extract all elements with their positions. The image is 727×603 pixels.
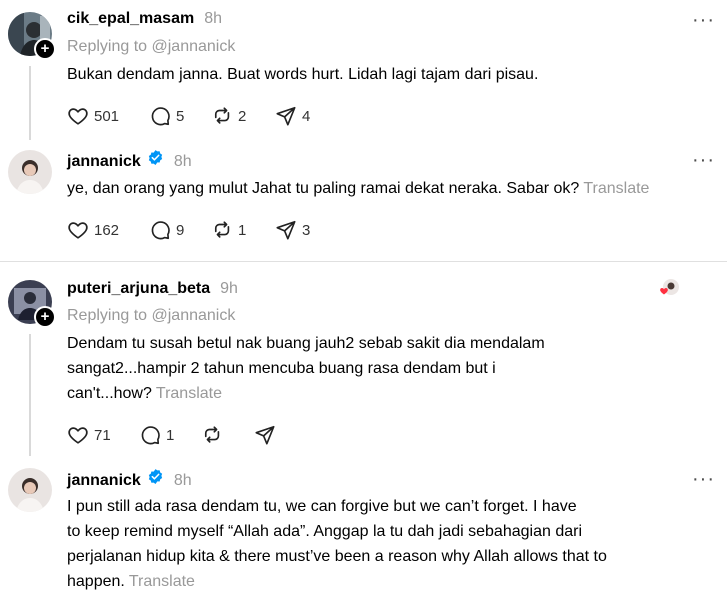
- post-text-line: sangat2...hampir 2 tahun mencuba buang r…: [67, 360, 496, 377]
- reply-button[interactable]: 1: [139, 424, 201, 446]
- post-text: Dendam tu susah betul nak buang jauh2 se…: [67, 331, 687, 406]
- reply-count: 1: [166, 426, 175, 444]
- post-jannanick-reply-2: jannanick 8h ··· I pun still ada rasa de…: [0, 456, 727, 603]
- share-button[interactable]: 4: [275, 105, 310, 127]
- timestamp[interactable]: 8h: [204, 10, 222, 28]
- share-count: 3: [302, 221, 311, 239]
- verified-icon: [148, 150, 162, 165]
- username[interactable]: jannanick: [67, 153, 141, 171]
- repost-icon: [211, 105, 233, 127]
- translate-link[interactable]: Translate: [129, 573, 195, 590]
- comment-icon: [149, 219, 171, 241]
- translate-link[interactable]: Translate: [156, 385, 222, 402]
- reply-button[interactable]: 5: [149, 105, 211, 127]
- avatar[interactable]: +: [8, 12, 56, 60]
- repost-button[interactable]: 2: [211, 105, 275, 127]
- post-text: Bukan dendam janna. Buat words hurt. Lid…: [67, 66, 539, 83]
- verified-icon: [148, 469, 162, 484]
- username[interactable]: cik_epal_masam: [67, 10, 194, 28]
- liked-by-author-badge: [659, 278, 679, 298]
- post-text-line: I pun still ada rasa dendam tu, we can f…: [67, 498, 577, 515]
- more-icon[interactable]: ···: [692, 469, 715, 489]
- share-icon: [275, 105, 297, 127]
- post-text-line: happen.: [67, 573, 125, 590]
- repost-count: 2: [238, 107, 247, 125]
- heart-icon: [67, 219, 89, 241]
- more-icon[interactable]: ···: [692, 150, 715, 170]
- post-text-line: perjalanan hidup kita & there must’ve be…: [67, 548, 607, 565]
- post-text-line: can't...how?: [67, 385, 152, 402]
- share-icon: [275, 219, 297, 241]
- follow-plus-icon[interactable]: +: [34, 306, 56, 328]
- timestamp[interactable]: 8h: [174, 472, 192, 490]
- thread-divider: [0, 261, 727, 262]
- username[interactable]: puteri_arjuna_beta: [67, 280, 210, 298]
- repost-icon: [201, 424, 223, 446]
- avatar[interactable]: +: [8, 280, 56, 328]
- post-text: I pun still ada rasa dendam tu, we can f…: [67, 494, 687, 594]
- like-count: 71: [94, 426, 111, 444]
- share-button[interactable]: [254, 424, 276, 446]
- follow-plus-icon[interactable]: +: [34, 38, 56, 60]
- share-button[interactable]: 3: [275, 219, 310, 241]
- translate-link[interactable]: Translate: [583, 180, 649, 197]
- like-button[interactable]: 71: [67, 424, 139, 446]
- post-text-line: Dendam tu susah betul nak buang jauh2 se…: [67, 335, 545, 352]
- share-count: 4: [302, 107, 311, 125]
- timestamp[interactable]: 9h: [220, 280, 238, 298]
- username[interactable]: jannanick: [67, 472, 141, 490]
- reply-count: 5: [176, 107, 185, 125]
- post-cik-epal-masam: + cik_epal_masam 8h ··· Replying to @jan…: [0, 0, 727, 150]
- share-icon: [254, 424, 276, 446]
- post-jannanick-reply: jannanick 8h ··· ye, dan orang yang mulu…: [0, 140, 727, 260]
- timestamp[interactable]: 8h: [174, 153, 192, 171]
- post-puteri-arjuna-beta: + puteri_arjuna_beta 9h Replying to @jan…: [0, 270, 727, 460]
- heart-icon: [67, 105, 89, 127]
- like-button[interactable]: 501: [67, 105, 149, 127]
- repost-button[interactable]: [201, 424, 254, 446]
- repost-icon: [211, 219, 233, 241]
- thread-line: [29, 334, 31, 456]
- repost-button[interactable]: 1: [211, 219, 275, 241]
- like-count: 501: [94, 107, 120, 125]
- comment-icon: [139, 424, 161, 446]
- like-count: 162: [94, 221, 120, 239]
- replying-to-label[interactable]: Replying to @jannanick: [67, 38, 235, 56]
- avatar[interactable]: [8, 150, 52, 194]
- avatar[interactable]: [8, 468, 52, 512]
- post-text: ye, dan orang yang mulut Jahat tu paling…: [67, 176, 687, 201]
- reply-button[interactable]: 9: [149, 219, 211, 241]
- reply-count: 9: [176, 221, 185, 239]
- thread-line: [29, 66, 31, 140]
- like-button[interactable]: 162: [67, 219, 149, 241]
- heart-icon: [67, 424, 89, 446]
- post-text-line: to keep remind myself “Allah ada”. Angga…: [67, 523, 582, 540]
- replying-to-label[interactable]: Replying to @jannanick: [67, 307, 235, 325]
- post-text-content: ye, dan orang yang mulut Jahat tu paling…: [67, 180, 580, 197]
- more-icon[interactable]: ···: [692, 10, 715, 30]
- repost-count: 1: [238, 221, 247, 239]
- comment-icon: [149, 105, 171, 127]
